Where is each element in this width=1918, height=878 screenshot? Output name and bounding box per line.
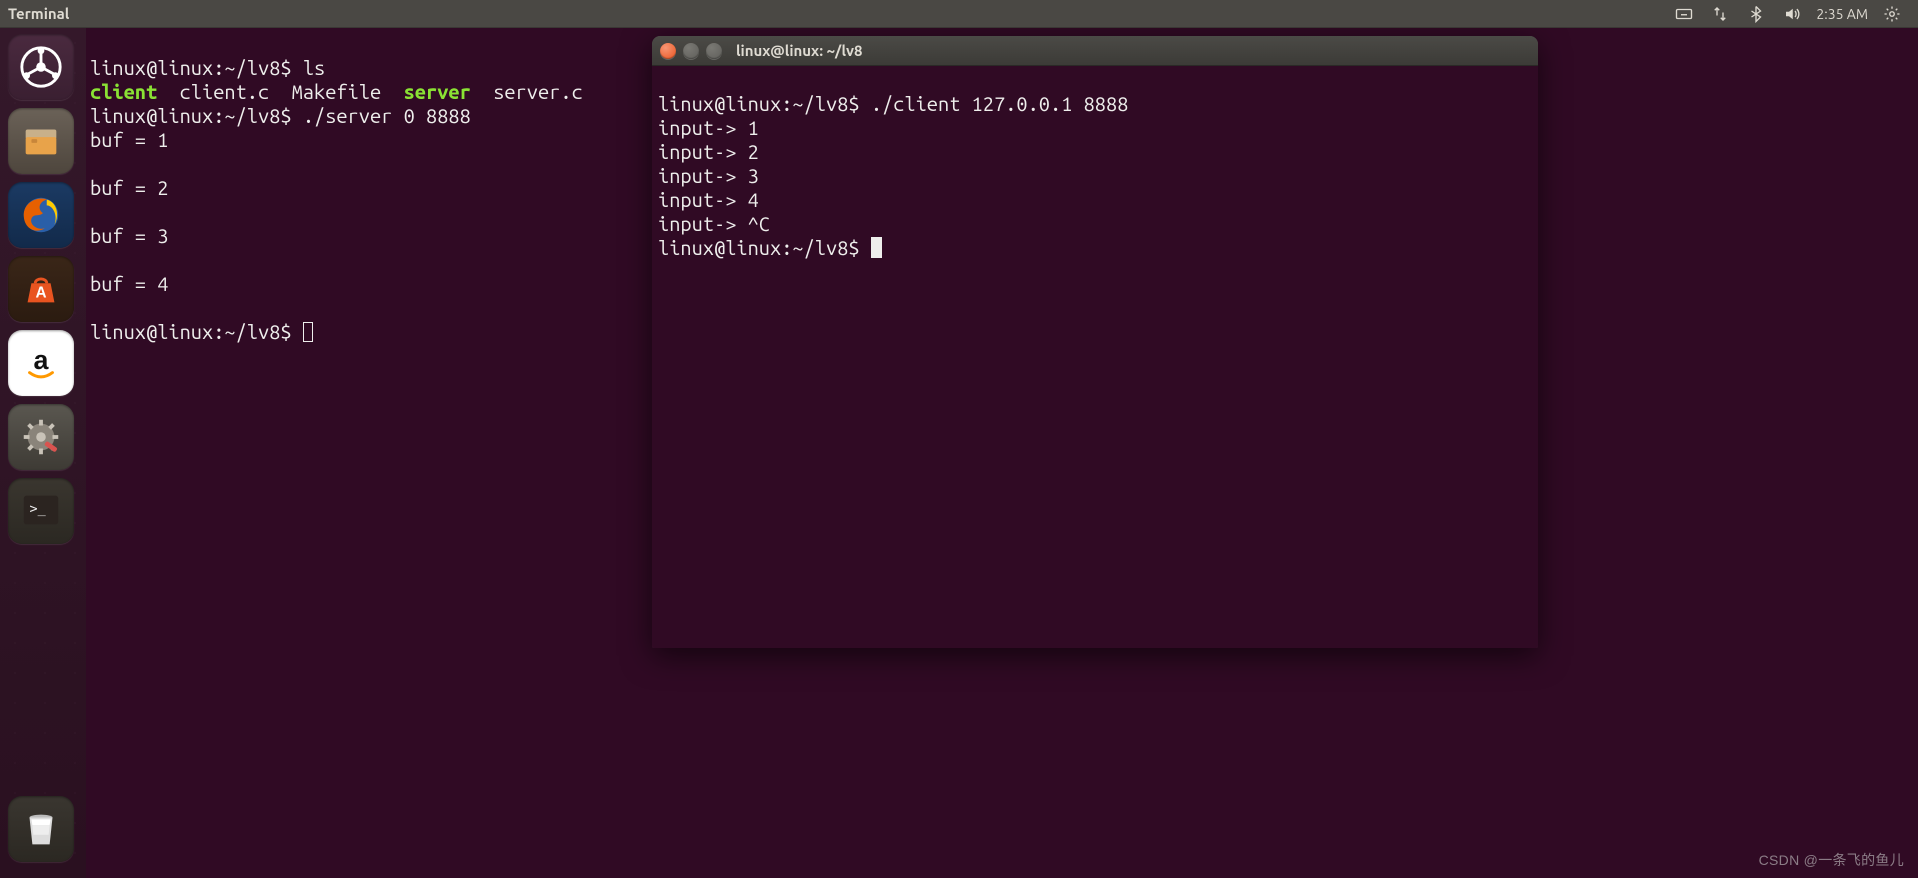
term1-prompt-3: linux@linux:~/lv8$ bbox=[90, 320, 303, 343]
app-title: Terminal bbox=[8, 5, 69, 22]
sound-indicator-icon[interactable] bbox=[1774, 0, 1810, 27]
term1-line8: buf = 3 bbox=[90, 224, 168, 247]
svg-text:A: A bbox=[35, 285, 46, 302]
term1-line2: client client.c Makefile server server.c bbox=[90, 80, 583, 103]
ls-serverc: server.c bbox=[471, 80, 583, 103]
workspace: linux@linux:~/lv8$ ls client client.c Ma… bbox=[86, 28, 1918, 878]
term2-line7: linux@linux:~/lv8$ bbox=[658, 236, 882, 259]
ls-client: client bbox=[90, 80, 157, 103]
keyboard-indicator-icon[interactable] bbox=[1666, 0, 1702, 27]
terminal-2-title: linux@linux: ~/lv8 bbox=[736, 42, 862, 59]
term1-line3: linux@linux:~/lv8$ ./server 0 8888 bbox=[90, 104, 471, 127]
terminal-2-window[interactable]: linux@linux: ~/lv8 linux@linux:~/lv8$ ./… bbox=[652, 36, 1538, 648]
terminal-2-titlebar[interactable]: linux@linux: ~/lv8 bbox=[652, 36, 1538, 66]
term2-prompt-1: linux@linux:~/lv8$ bbox=[658, 92, 871, 115]
terminal-1[interactable]: linux@linux:~/lv8$ ls client client.c Ma… bbox=[86, 28, 640, 718]
svg-text:>_: >_ bbox=[30, 502, 47, 517]
cursor-icon bbox=[303, 322, 313, 342]
term2-line4: input-> 3 bbox=[658, 164, 759, 187]
term2-line2: input-> 1 bbox=[658, 116, 759, 139]
term1-prompt-1: linux@linux:~/lv8$ bbox=[90, 56, 303, 79]
window-maximize-button[interactable] bbox=[706, 43, 722, 59]
system-cog-icon[interactable] bbox=[1874, 0, 1910, 27]
window-buttons bbox=[660, 43, 722, 59]
term2-line3: input-> 2 bbox=[658, 140, 759, 163]
term1-cmd-2: ./server 0 8888 bbox=[303, 104, 471, 127]
ubuntu-software-icon[interactable]: A bbox=[8, 256, 74, 322]
network-indicator-icon[interactable] bbox=[1702, 0, 1738, 27]
ls-server: server bbox=[404, 80, 471, 103]
svg-text:a: a bbox=[34, 345, 50, 375]
window-minimize-button[interactable] bbox=[683, 43, 699, 59]
term1-prompt-2: linux@linux:~/lv8$ bbox=[90, 104, 303, 127]
watermark: CSDN @一条飞的鱼儿 bbox=[1759, 850, 1904, 870]
term1-line1: linux@linux:~/lv8$ ls bbox=[90, 56, 325, 79]
amazon-icon[interactable]: a bbox=[8, 330, 74, 396]
term2-cmd-1: ./client 127.0.0.1 8888 bbox=[871, 92, 1129, 115]
term2-line1: linux@linux:~/lv8$ ./client 127.0.0.1 88… bbox=[658, 92, 1128, 115]
system-settings-icon[interactable] bbox=[8, 404, 74, 470]
window-close-button[interactable] bbox=[660, 43, 676, 59]
dash-icon[interactable] bbox=[8, 34, 74, 100]
files-icon[interactable] bbox=[8, 108, 74, 174]
term1-cmd-1: ls bbox=[303, 56, 325, 79]
term1-line4: buf = 1 bbox=[90, 128, 168, 151]
term1-line12: linux@linux:~/lv8$ bbox=[90, 320, 313, 343]
trash-icon[interactable] bbox=[8, 796, 74, 862]
cursor-icon bbox=[871, 237, 882, 258]
bluetooth-indicator-icon[interactable] bbox=[1738, 0, 1774, 27]
term1-line6: buf = 2 bbox=[90, 176, 168, 199]
term2-line5: input-> 4 bbox=[658, 188, 759, 211]
unity-launcher: A a >_ bbox=[0, 28, 86, 878]
clock[interactable]: 2:35 AM bbox=[1810, 0, 1874, 27]
menu-bar[interactable]: Terminal 2:35 AM bbox=[0, 0, 1918, 28]
terminal-icon[interactable]: >_ bbox=[8, 478, 74, 544]
term2-line6: input-> ^C bbox=[658, 212, 770, 235]
term2-prompt-2: linux@linux:~/lv8$ bbox=[658, 236, 871, 259]
terminal-2[interactable]: linux@linux:~/lv8$ ./client 127.0.0.1 88… bbox=[652, 66, 1538, 648]
firefox-icon[interactable] bbox=[8, 182, 74, 248]
ls-clientc-makefile: client.c Makefile bbox=[157, 80, 403, 103]
term1-line10: buf = 4 bbox=[90, 272, 168, 295]
